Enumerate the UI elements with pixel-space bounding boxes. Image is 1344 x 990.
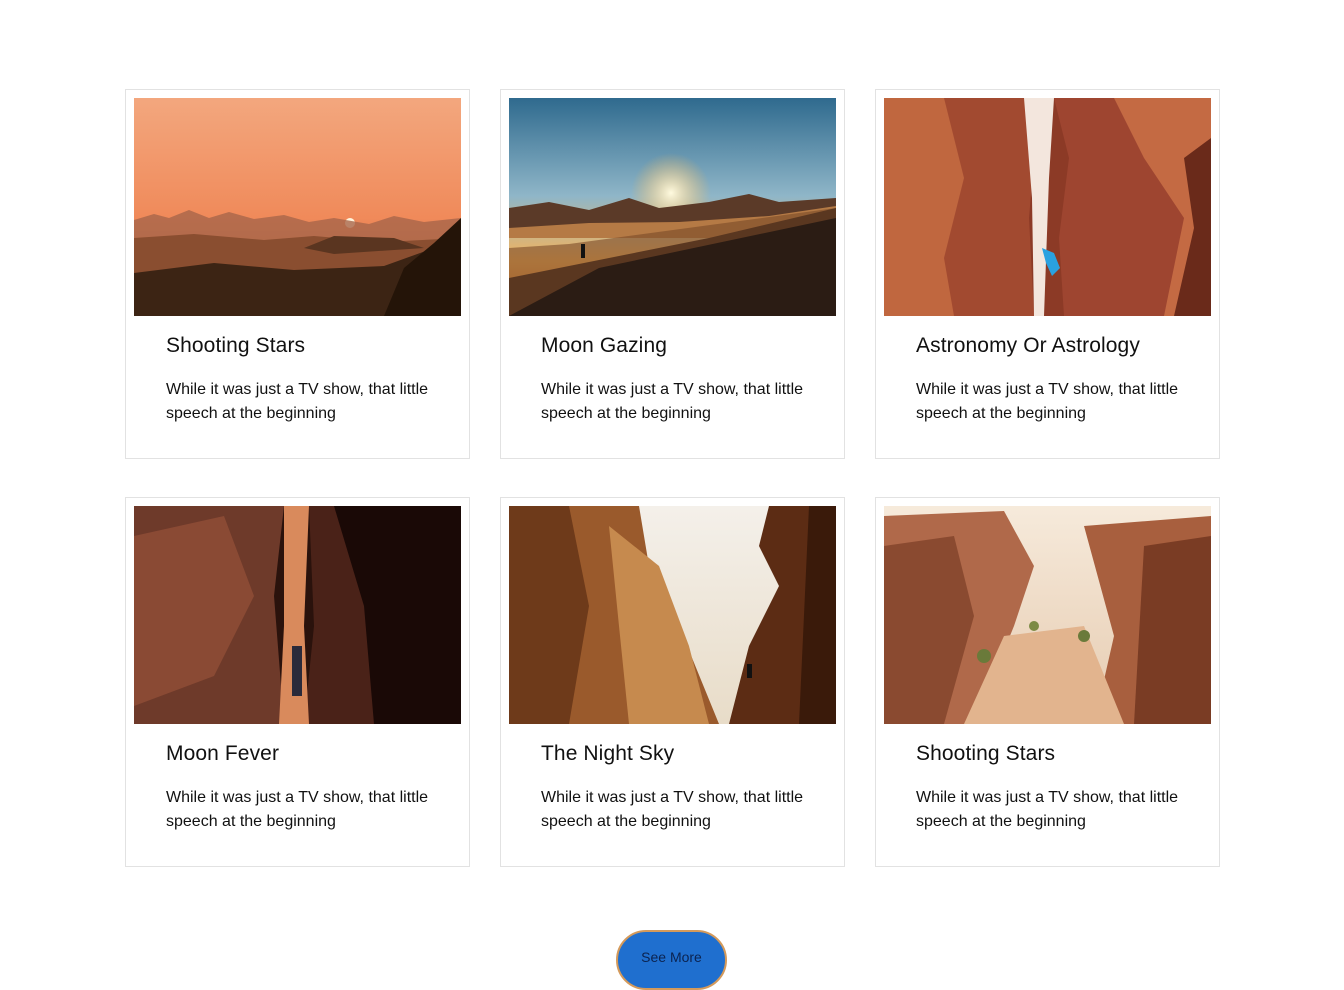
- card-description: While it was just a TV show, that little…: [541, 381, 804, 422]
- card-description: While it was just a TV show, that little…: [541, 789, 804, 830]
- dune-hiker-image[interactable]: [509, 98, 836, 316]
- card-description: While it was just a TV show, that little…: [166, 381, 429, 422]
- card-astronomy-or-astrology[interactable]: Astronomy Or Astrology While it was just…: [875, 89, 1220, 459]
- card-title[interactable]: Astronomy Or Astrology: [916, 333, 1179, 359]
- card-body: Shooting Stars While it was just a TV sh…: [134, 316, 461, 426]
- card-shooting-stars-2[interactable]: Shooting Stars While it was just a TV sh…: [875, 497, 1220, 867]
- card-body: Moon Fever While it was just a TV show, …: [134, 724, 461, 834]
- card-title[interactable]: The Night Sky: [541, 741, 804, 767]
- canyon-climber-image[interactable]: [884, 98, 1211, 316]
- slot-canyon-image[interactable]: [134, 506, 461, 724]
- card-title[interactable]: Shooting Stars: [166, 333, 429, 359]
- card-title[interactable]: Moon Fever: [166, 741, 429, 767]
- desert-sunset-image[interactable]: [134, 98, 461, 316]
- card-description: While it was just a TV show, that little…: [916, 381, 1179, 422]
- card-body: Astronomy Or Astrology While it was just…: [884, 316, 1211, 426]
- rocky-valley-image[interactable]: [884, 506, 1211, 724]
- card-description: While it was just a TV show, that little…: [166, 789, 429, 830]
- card-moon-gazing[interactable]: Moon Gazing While it was just a TV show,…: [500, 89, 845, 459]
- card-the-night-sky[interactable]: The Night Sky While it was just a TV sho…: [500, 497, 845, 867]
- card-description: While it was just a TV show, that little…: [916, 789, 1179, 830]
- card-title[interactable]: Moon Gazing: [541, 333, 804, 359]
- card-body: The Night Sky While it was just a TV sho…: [509, 724, 836, 834]
- card-body: Moon Gazing While it was just a TV show,…: [509, 316, 836, 426]
- card-body: Shooting Stars While it was just a TV sh…: [884, 724, 1211, 834]
- cliff-climber-image[interactable]: [509, 506, 836, 724]
- card-moon-fever[interactable]: Moon Fever While it was just a TV show, …: [125, 497, 470, 867]
- card-shooting-stars[interactable]: Shooting Stars While it was just a TV sh…: [125, 89, 470, 459]
- card-title[interactable]: Shooting Stars: [916, 741, 1179, 767]
- see-more-button[interactable]: See More: [616, 930, 727, 990]
- cards-grid: Shooting Stars While it was just a TV sh…: [125, 89, 1220, 867]
